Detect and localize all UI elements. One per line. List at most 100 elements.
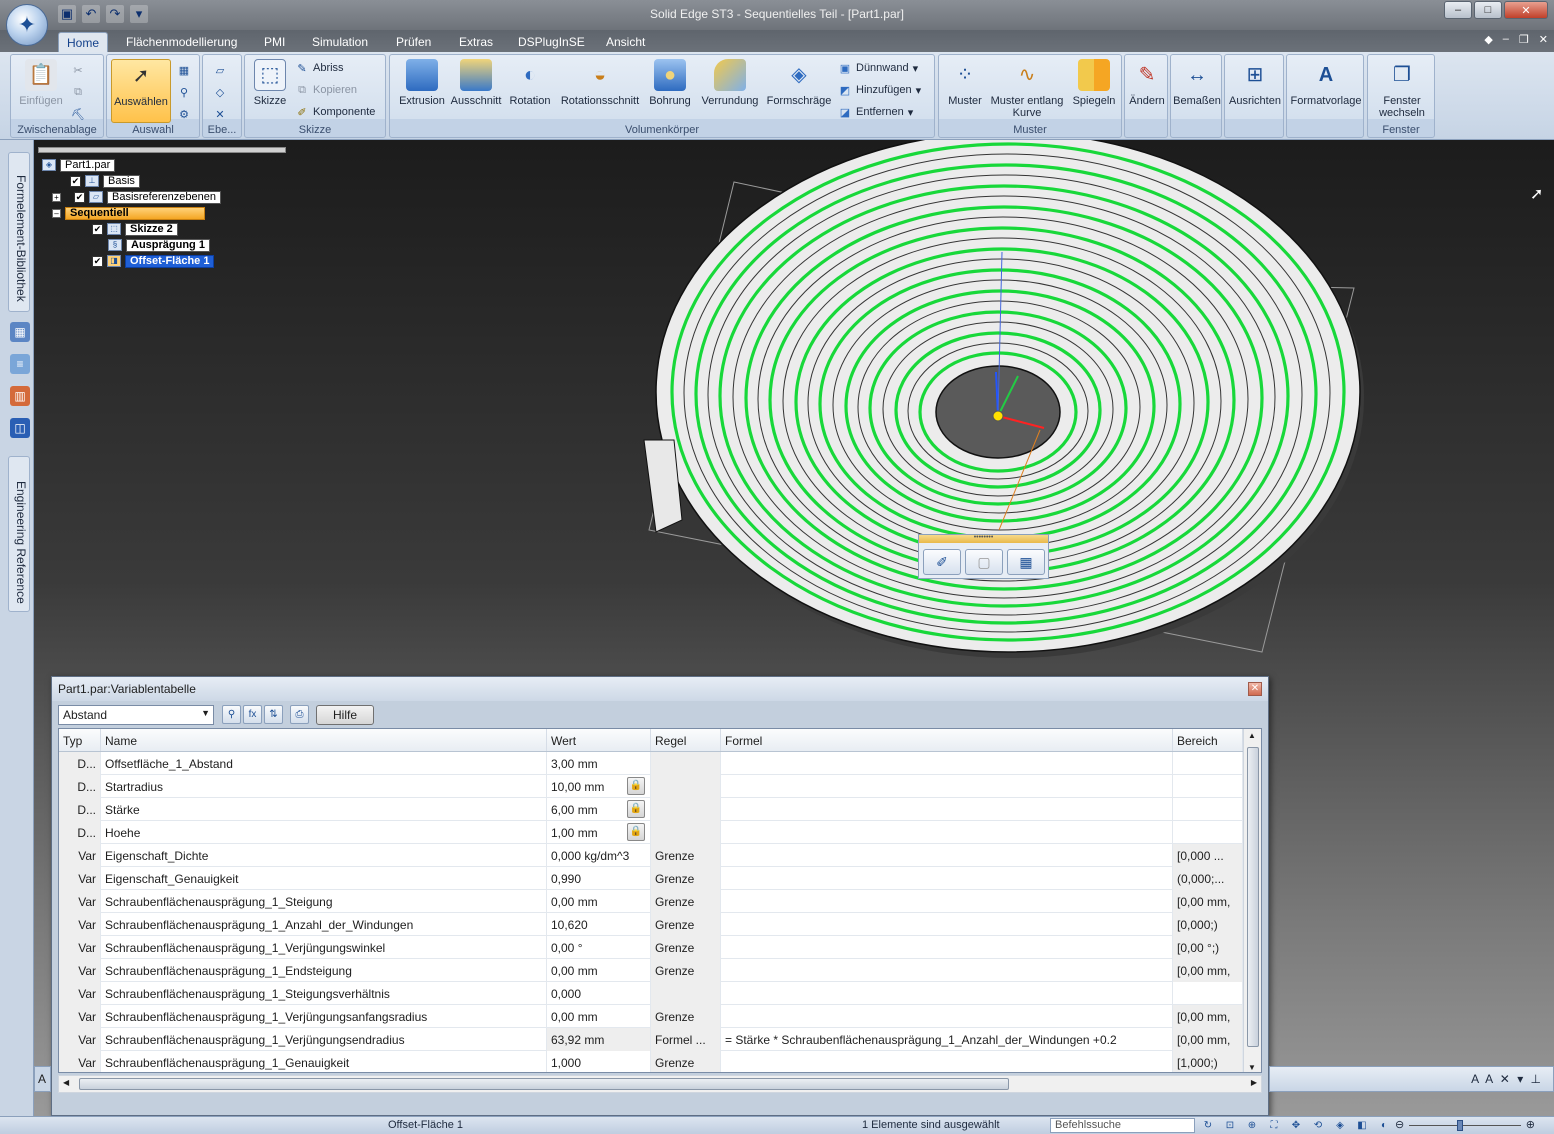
- cell-name[interactable]: Schraubenflächenausprägung_1_Verjüngungs…: [101, 1028, 547, 1051]
- col-name[interactable]: Name: [101, 729, 547, 751]
- tree-node-basis[interactable]: ✔ ⊥ Basis: [70, 174, 140, 188]
- cell-formel[interactable]: [721, 1005, 1173, 1028]
- cell-regel[interactable]: Grenze: [651, 867, 721, 890]
- pan-icon[interactable]: ✥: [1288, 1118, 1304, 1133]
- minimize-button[interactable]: –: [1444, 1, 1472, 19]
- cell-name[interactable]: Schraubenflächenausprägung_1_Steigungsve…: [101, 982, 547, 1005]
- cell-wert[interactable]: 0,00 °: [547, 936, 651, 959]
- format-painter-button[interactable]: ⛏: [71, 105, 85, 123]
- plane-button-2[interactable]: ◇: [213, 83, 227, 101]
- fit-icon[interactable]: ⛶: [1266, 1118, 1282, 1133]
- cell-bereich[interactable]: (0,000;...: [1173, 867, 1243, 890]
- zoom-out-icon[interactable]: ⊖: [1395, 1118, 1404, 1131]
- zoom-area-icon[interactable]: ⊡: [1222, 1118, 1238, 1133]
- cell-name[interactable]: Schraubenflächenausprägung_1_Verjüngungs…: [101, 936, 547, 959]
- cell-formel[interactable]: [721, 798, 1173, 821]
- plane-button-3[interactable]: ✕: [213, 105, 227, 123]
- cell-formel[interactable]: [721, 890, 1173, 913]
- cell-bereich[interactable]: [1173, 775, 1243, 798]
- cell-regel[interactable]: Grenze: [651, 936, 721, 959]
- cell-wert[interactable]: 0,000 kg/dm^3: [547, 844, 651, 867]
- cell-bereich[interactable]: [1173, 752, 1243, 775]
- hilfe-button[interactable]: Hilfe: [316, 705, 374, 725]
- table-row[interactable]: Var Schraubenflächenausprägung_1_Verjüngu…: [59, 936, 1243, 959]
- application-button[interactable]: ✦: [6, 4, 48, 46]
- komponente-button[interactable]: ✐ Komponente: [295, 103, 375, 121]
- cell-name[interactable]: Stärke: [101, 798, 547, 821]
- cell-regel[interactable]: [651, 821, 721, 844]
- tab-formelement-bibliothek[interactable]: Formelement-Bibliothek: [8, 152, 30, 312]
- minibar-edit-button[interactable]: ✐: [923, 549, 961, 575]
- cell-bereich[interactable]: [0,000;): [1173, 913, 1243, 936]
- cell-bereich[interactable]: [0,00 °;): [1173, 936, 1243, 959]
- cell-wert[interactable]: 10,620: [547, 913, 651, 936]
- ausrichten-button[interactable]: ⊞ Ausrichten: [1227, 59, 1283, 107]
- tab-extras[interactable]: Extras: [451, 32, 501, 52]
- select-filter-button[interactable]: ⚲: [177, 83, 191, 101]
- select-tools-button[interactable]: ⚙: [177, 105, 191, 123]
- print-button[interactable]: ⎙: [290, 705, 309, 724]
- cell-bereich[interactable]: [0,00 mm,: [1173, 1028, 1243, 1051]
- formula-button[interactable]: fx: [243, 705, 262, 724]
- cell-wert[interactable]: 0,000: [547, 982, 651, 1005]
- table-row[interactable]: Var Schraubenflächenausprägung_1_Steigung…: [59, 890, 1243, 913]
- cell-wert[interactable]: 0,00 mm: [547, 959, 651, 982]
- filter-icon-button[interactable]: ⚲: [222, 705, 241, 724]
- zoom-slider-knob[interactable]: [1457, 1120, 1463, 1131]
- cut-button[interactable]: ✂: [71, 61, 85, 79]
- cell-formel[interactable]: [721, 1051, 1173, 1072]
- doc-restore-icon[interactable]: ❐: [1519, 33, 1529, 46]
- table-row[interactable]: D... Offsetfläche_1_Abstand 3,00 mm: [59, 752, 1243, 775]
- dialog-close-button[interactable]: ✕: [1248, 682, 1262, 696]
- cell-name[interactable]: Schraubenflächenausprägung_1_Verjüngungs…: [101, 1005, 547, 1028]
- fenster-wechseln-button[interactable]: ❐ Fenster wechseln: [1370, 59, 1434, 119]
- cell-name[interactable]: Eigenschaft_Dichte: [101, 844, 547, 867]
- col-formel[interactable]: Formel: [721, 729, 1173, 751]
- table-row[interactable]: D... Startradius 10,00 mm 🔒: [59, 775, 1243, 798]
- tab-flaechenmodellierung[interactable]: Flächenmodellierung: [118, 32, 245, 52]
- cell-wert[interactable]: 0,00 mm: [547, 890, 651, 913]
- cell-regel[interactable]: Formel ...: [651, 1028, 721, 1051]
- horizontal-scrollbar[interactable]: ◀ ▶: [58, 1075, 1262, 1093]
- bohrung-button[interactable]: ● Bohrung: [644, 59, 696, 107]
- aendern-button[interactable]: ✎ Ändern: [1127, 59, 1167, 107]
- minibar-table-button[interactable]: ▦: [1007, 549, 1045, 575]
- verrundung-button[interactable]: Verrundung: [696, 59, 764, 107]
- table-row[interactable]: D... Stärke 6,00 mm 🔒: [59, 798, 1243, 821]
- command-search-input[interactable]: Befehlssuche: [1050, 1118, 1195, 1133]
- select-mode-button[interactable]: ▦: [177, 61, 191, 79]
- view-style-icon[interactable]: ◧: [1354, 1118, 1370, 1133]
- cell-regel[interactable]: [651, 982, 721, 1005]
- table-row[interactable]: Var Schraubenflächenausprägung_1_Genauigk…: [59, 1051, 1243, 1072]
- filter-combo[interactable]: Abstand ▼: [58, 705, 214, 725]
- scroll-left-icon[interactable]: ◀: [63, 1078, 69, 1087]
- expand-icon[interactable]: +: [52, 192, 61, 202]
- muster-button[interactable]: ⁘ Muster: [943, 59, 987, 107]
- table-row[interactable]: Var Eigenschaft_Dichte 0,000 kg/dm^3 Grenze…: [59, 844, 1243, 867]
- bemassen-button[interactable]: ↔ Bemaßen: [1173, 59, 1221, 107]
- doc-close-icon[interactable]: ✕: [1539, 33, 1548, 46]
- tree-node-offset1[interactable]: ✔ ◨ Offset-Fläche 1: [92, 254, 215, 268]
- cell-bereich[interactable]: [1,000;): [1173, 1051, 1243, 1072]
- tree-node-basisreferenzebenen[interactable]: + ✔ ▱ Basisreferenzebenen: [52, 190, 221, 204]
- vertical-scroll-thumb[interactable]: [1247, 747, 1259, 1047]
- formatvorlage-button[interactable]: A Formatvorlage: [1289, 59, 1363, 107]
- zoom-in-icon[interactable]: ⊕: [1526, 1118, 1535, 1131]
- zoom-icon[interactable]: ⊕: [1244, 1118, 1260, 1133]
- pathfinder-splitter[interactable]: [38, 147, 286, 153]
- cell-formel[interactable]: [721, 936, 1173, 959]
- einfuegen-button[interactable]: 📋 Einfügen: [15, 59, 67, 107]
- offset1-checkbox[interactable]: ✔: [92, 255, 103, 267]
- tab-pruefen[interactable]: Prüfen: [388, 32, 439, 52]
- copy-button[interactable]: ⧉: [71, 83, 85, 101]
- cell-regel[interactable]: Grenze: [651, 890, 721, 913]
- col-bereich[interactable]: Bereich: [1173, 729, 1243, 751]
- lock-icon[interactable]: 🔒: [627, 823, 645, 841]
- tab-ansicht[interactable]: Ansicht: [598, 32, 653, 52]
- tab-dspluginse[interactable]: DSPlugInSE: [510, 32, 593, 52]
- tree-node-auspraegung1[interactable]: § Ausprägung 1: [108, 238, 210, 252]
- cell-formel[interactable]: [721, 913, 1173, 936]
- view-orient-icon[interactable]: ◈: [1332, 1118, 1348, 1133]
- zoom-slider[interactable]: ⊖ ⊕: [1395, 1118, 1535, 1131]
- maximize-button[interactable]: □: [1474, 1, 1502, 19]
